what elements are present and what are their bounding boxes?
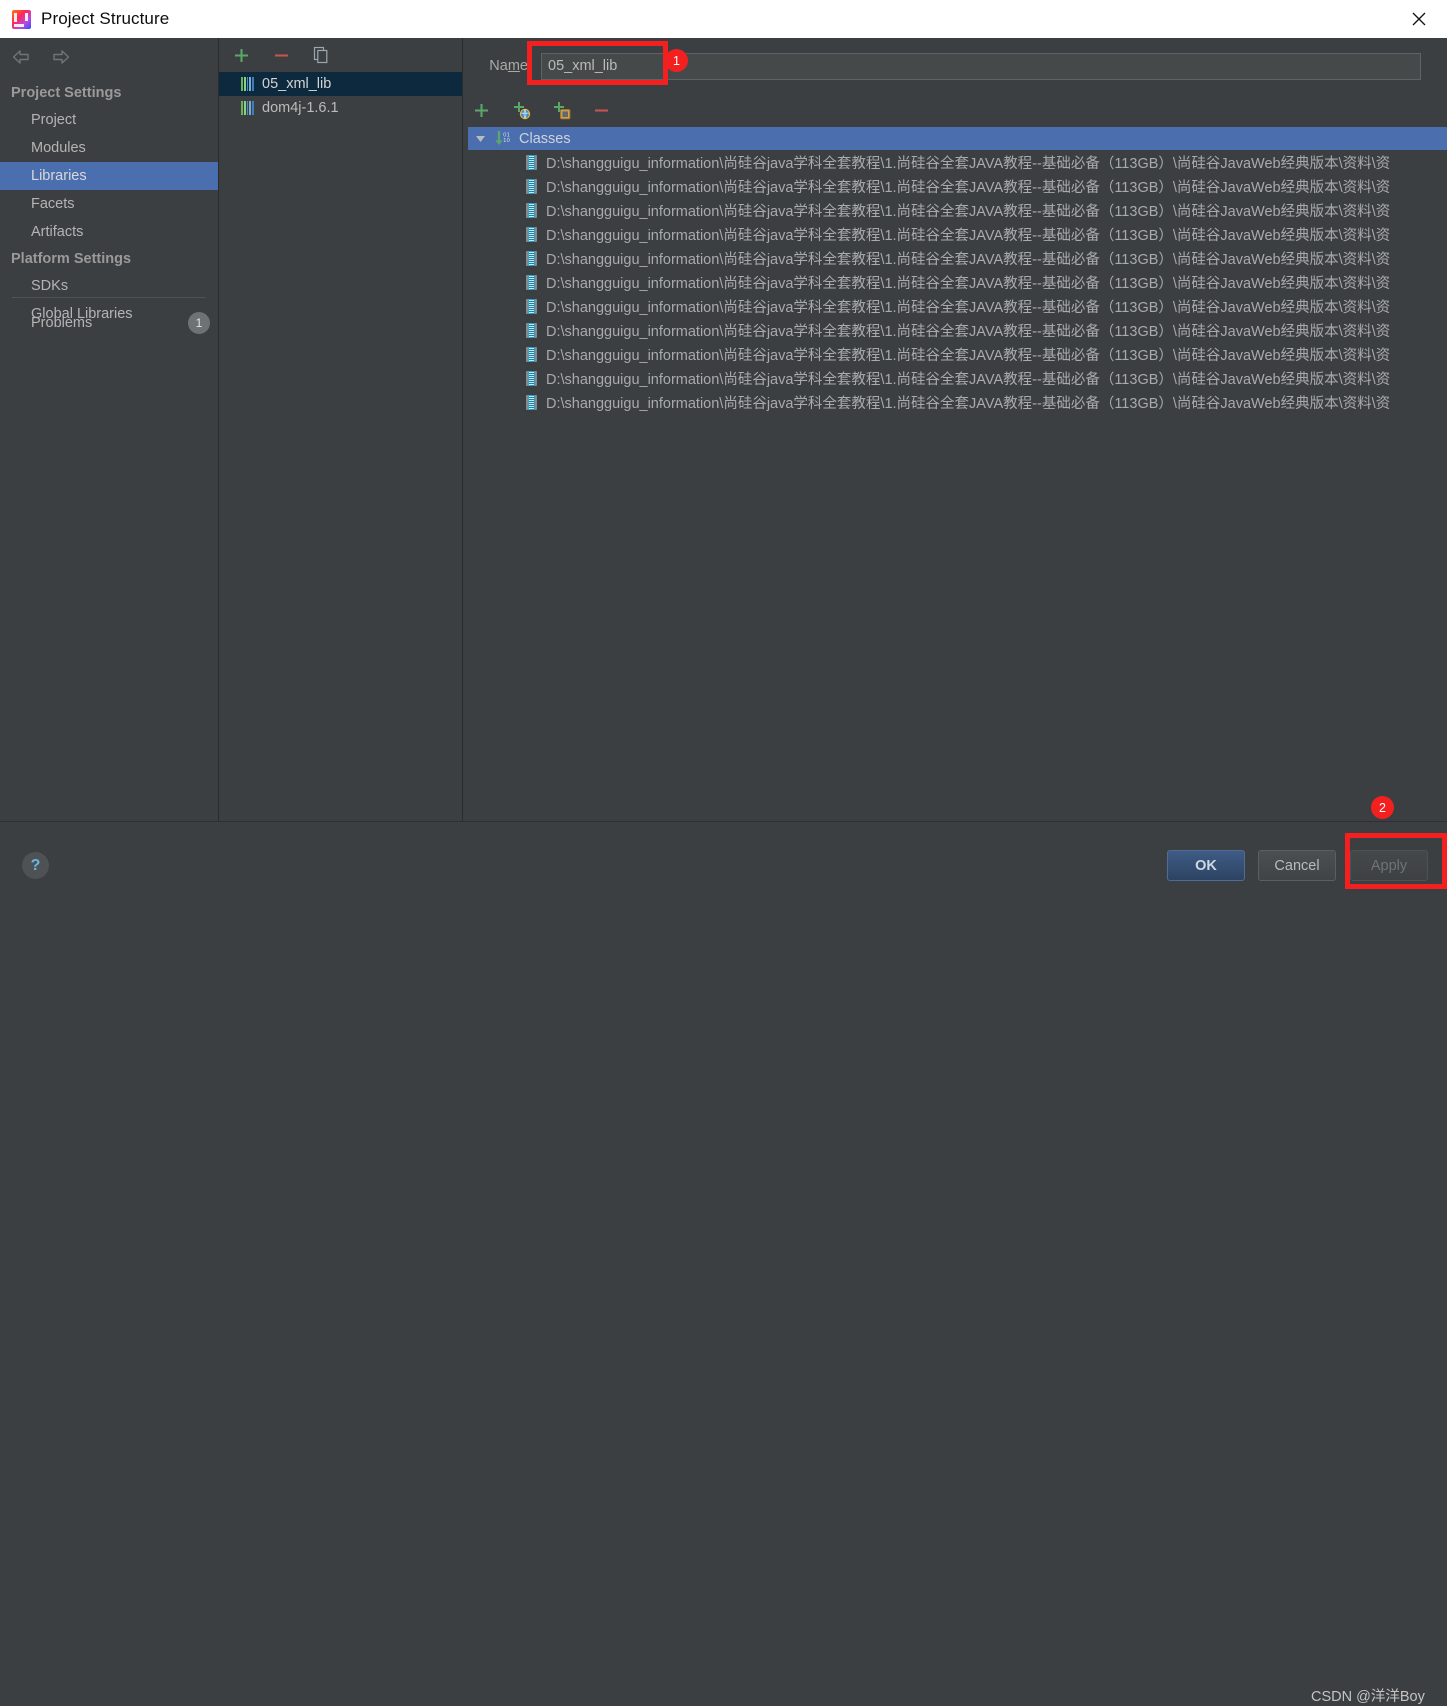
annotation-box-1 xyxy=(527,41,668,85)
group-title-platform-settings: Platform Settings xyxy=(11,251,132,267)
tree-row-label: D:\shangguigu_information\尚硅谷java学科全套教程\… xyxy=(546,299,1391,316)
jar-archive-icon-icon xyxy=(526,370,537,386)
sidebar-item-artifacts[interactable]: Artifacts xyxy=(0,218,218,246)
sidebar-item-libraries[interactable]: Libraries xyxy=(0,162,218,190)
library-icon xyxy=(241,101,254,115)
jar-archive-icon-icon xyxy=(526,346,537,362)
svg-text:10: 10 xyxy=(503,138,511,144)
jar-archive-icon-icon xyxy=(526,226,537,242)
sidebar-item-modules[interactable]: Modules xyxy=(0,134,218,162)
tree-row-label: D:\shangguigu_information\尚硅谷java学科全套教程\… xyxy=(546,251,1391,268)
tree-root-classes[interactable]: 01 10 Classes xyxy=(468,127,1447,150)
classes-toolbar xyxy=(469,94,869,126)
list-item[interactable]: dom4j-1.6.1 xyxy=(219,96,462,120)
arrow-left-icon[interactable] xyxy=(10,46,32,68)
tree-row[interactable]: D:\shangguigu_information\尚硅谷java学科全套教程\… xyxy=(468,318,1447,342)
tree-row[interactable]: D:\shangguigu_information\尚硅谷java学科全套教程\… xyxy=(468,246,1447,270)
tree-row[interactable]: D:\shangguigu_information\尚硅谷java学科全套教程\… xyxy=(468,342,1447,366)
classes-binary-icon: 01 10 xyxy=(494,130,512,147)
tree-row[interactable]: D:\shangguigu_information\尚硅谷java学科全套教程\… xyxy=(468,390,1447,414)
close-icon[interactable] xyxy=(1391,0,1447,37)
tree-row-label: D:\shangguigu_information\尚硅谷java学科全套教程\… xyxy=(546,347,1391,364)
group-title-project-settings: Project Settings xyxy=(11,85,122,101)
classes-tree: 01 10 Classes D:\shangguigu_information\… xyxy=(468,127,1447,793)
watermark: CSDN @洋洋Boy xyxy=(1311,1689,1425,1705)
jar-archive-icon-icon xyxy=(526,250,537,266)
sidebar-nav-list: Project Settings Project Modules Librari… xyxy=(0,80,218,328)
settings-sidebar: Project Settings Project Modules Librari… xyxy=(0,38,219,821)
annotation-box-2 xyxy=(1345,833,1447,889)
tree-row[interactable]: D:\shangguigu_information\尚硅谷java学科全套教程\… xyxy=(468,294,1447,318)
libraries-items: 05_xml_lib dom4j-1.6.1 xyxy=(219,72,462,120)
sidebar-item-sdks[interactable]: SDKs xyxy=(0,272,218,300)
tree-root-label: Classes xyxy=(519,130,571,147)
tree-row-label: D:\shangguigu_information\尚硅谷java学科全套教程\… xyxy=(546,275,1391,292)
jar-archive-icon-icon xyxy=(526,154,537,170)
jar-archive-icon-icon xyxy=(526,298,537,314)
tree-row[interactable]: D:\shangguigu_information\尚硅谷java学科全套教程\… xyxy=(468,270,1447,294)
minus-icon[interactable] xyxy=(589,98,613,122)
library-icon xyxy=(241,77,254,91)
jar-archive-icon-icon xyxy=(526,322,537,338)
tree-row-label: D:\shangguigu_information\尚硅谷java学科全套教程\… xyxy=(546,371,1391,388)
jar-archive-icon-icon xyxy=(526,274,537,290)
sidebar-item-facets[interactable]: Facets xyxy=(0,190,218,218)
arrow-right-icon[interactable] xyxy=(50,46,72,68)
dialog-body: Project Settings Project Modules Librari… xyxy=(0,38,1447,1705)
plus-icon[interactable] xyxy=(229,43,253,67)
project-structure-dialog: Project Structure Project Settings Proje… xyxy=(0,0,1447,1705)
sidebar-item-problems[interactable]: Problems 1 xyxy=(0,310,218,336)
intellij-idea-logo-icon xyxy=(12,9,31,29)
sidebar-divider xyxy=(12,297,206,298)
problems-count-badge: 1 xyxy=(188,312,210,334)
cancel-button[interactable]: Cancel xyxy=(1258,850,1336,881)
libraries-toolbar xyxy=(219,38,472,72)
plus-globe-icon[interactable] xyxy=(509,98,533,122)
tree-row-label: D:\shangguigu_information\尚硅谷java学科全套教程\… xyxy=(546,395,1391,412)
jar-archive-icon-icon xyxy=(526,202,537,218)
help-question-icon[interactable]: ? xyxy=(22,852,49,879)
jar-archive-icon-icon xyxy=(526,178,537,194)
annotation-badge-1: 1 xyxy=(665,49,688,72)
navigation-arrows xyxy=(10,46,72,68)
title-bar: Project Structure xyxy=(0,0,1447,39)
tree-row[interactable]: D:\shangguigu_information\尚硅谷java学科全套教程\… xyxy=(468,222,1447,246)
problems-label: Problems xyxy=(31,315,93,331)
dialog-footer: ? OK Cancel Apply CSDN @洋洋Boy xyxy=(0,822,1447,1705)
tree-row[interactable]: D:\shangguigu_information\尚硅谷java学科全套教程\… xyxy=(468,366,1447,390)
list-item[interactable]: 05_xml_lib xyxy=(219,72,462,96)
tree-rows: D:\shangguigu_information\尚硅谷java学科全套教程\… xyxy=(468,150,1447,414)
tree-row-label: D:\shangguigu_information\尚硅谷java学科全套教程\… xyxy=(546,179,1391,196)
window-title: Project Structure xyxy=(41,9,170,28)
tree-row[interactable]: D:\shangguigu_information\尚硅谷java学科全套教程\… xyxy=(468,174,1447,198)
tree-row-label: D:\shangguigu_information\尚硅谷java学科全套教程\… xyxy=(546,203,1391,220)
minus-icon[interactable] xyxy=(269,43,293,67)
tree-row[interactable]: D:\shangguigu_information\尚硅谷java学科全套教程\… xyxy=(468,150,1447,174)
annotation-badge-2: 2 xyxy=(1371,796,1394,819)
list-item-label: 05_xml_lib xyxy=(262,76,332,92)
library-details-panel: Name: 05_xml_lib 01 10 Classes D:\shangg… xyxy=(463,38,1447,855)
libraries-list-panel: 05_xml_lib dom4j-1.6.1 xyxy=(219,38,463,821)
ok-button[interactable]: OK xyxy=(1167,850,1245,881)
plus-archive-icon[interactable] xyxy=(549,98,573,122)
tree-row-label: D:\shangguigu_information\尚硅谷java学科全套教程\… xyxy=(546,227,1391,244)
tree-row-label: D:\shangguigu_information\尚硅谷java学科全套教程\… xyxy=(546,323,1391,340)
plus-icon[interactable] xyxy=(469,98,493,122)
tree-row[interactable]: D:\shangguigu_information\尚硅谷java学科全套教程\… xyxy=(468,198,1447,222)
tree-row-label: D:\shangguigu_information\尚硅谷java学科全套教程\… xyxy=(546,155,1391,172)
list-item-label: dom4j-1.6.1 xyxy=(262,100,339,116)
copy-icon[interactable] xyxy=(309,43,333,67)
jar-archive-icon-icon xyxy=(526,394,537,410)
caret-down-icon[interactable] xyxy=(474,132,487,145)
sidebar-item-project[interactable]: Project xyxy=(0,106,218,134)
